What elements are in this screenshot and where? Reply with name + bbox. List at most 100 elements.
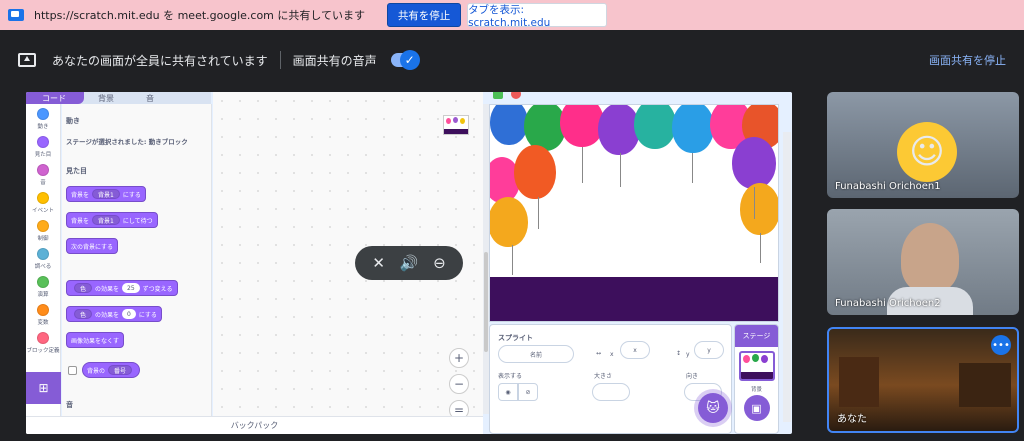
y-position-input[interactable]: y	[694, 341, 724, 359]
balloon	[740, 183, 778, 235]
stage-scrollbar[interactable]	[783, 132, 791, 422]
block-next-backdrop[interactable]: 次の背景にする	[66, 238, 119, 254]
block-text: の効果を	[95, 285, 120, 293]
block-switch-backdrop-wait[interactable]: 背景を 背景1 にして待つ	[66, 212, 158, 228]
editor-tabs: コード 背景 音	[26, 92, 211, 104]
show-tab-button[interactable]: タブを表示: scratch.mit.edu	[467, 3, 608, 29]
check-icon: ✓	[399, 50, 420, 70]
balloon-string	[760, 233, 761, 263]
stage-selector-header: ステージ	[735, 325, 778, 347]
sprite-info-pane: スプライト 名前 ↔ x x ↕ y y 表示する ◉ ⊘ 大きさ 向き 🐱	[489, 324, 732, 434]
block-number-input[interactable]: 25	[122, 283, 140, 293]
stage-thumbnail[interactable]	[738, 351, 775, 381]
presenting-status: あなたの画面が全員に共有されています	[52, 53, 268, 68]
block-backdrop-reporter[interactable]: 背景の 番号	[82, 362, 141, 378]
block-dropdown[interactable]: 背景1	[92, 189, 120, 199]
participant-name: Funabashi Orichoen1	[835, 181, 941, 192]
palette-header-motion: 動き	[66, 117, 80, 125]
pin-off-icon[interactable]: ✕	[372, 254, 385, 272]
zoom-in-button[interactable]: +	[449, 348, 469, 368]
y-label: y	[686, 351, 690, 358]
participant-tile[interactable]: ☺ Funabashi Orichoen1	[827, 92, 1019, 198]
block-dropdown[interactable]: 番号	[108, 365, 133, 375]
category-label: イベント	[31, 208, 54, 214]
backpack-bar[interactable]: バックパック	[26, 416, 483, 434]
share-audio-toggle[interactable]: ✓	[390, 50, 420, 70]
block-text: ずつ変える	[142, 285, 173, 293]
control-dot-icon	[37, 220, 49, 232]
operators-dot-icon	[37, 276, 49, 288]
x-label: x	[610, 351, 614, 358]
block-text: 背景を	[71, 217, 90, 225]
block-clear-effects[interactable]: 画像効果をなくす	[66, 332, 125, 348]
add-extension-button[interactable]: ⊞	[26, 372, 61, 404]
volume-icon[interactable]: 🔊	[400, 254, 419, 272]
category-my-blocks[interactable]: ブロック定義	[26, 328, 60, 356]
background-building	[839, 357, 879, 407]
my-blocks-dot-icon	[37, 332, 49, 344]
sharing-message: https://scratch.mit.edu を meet.google.co…	[34, 9, 366, 22]
block-dropdown[interactable]: 色	[74, 283, 93, 293]
more-options-icon[interactable]: •••	[991, 335, 1011, 355]
meet-presenting-bar: あなたの画面が全員に共有されています 画面共有の音声 ✓ 画面共有を停止	[0, 30, 1024, 88]
stop-sharing-button[interactable]: 共有を停止	[387, 3, 462, 27]
block-text: 背景の	[87, 367, 106, 375]
category-label: 制御	[37, 236, 49, 242]
tab-sharing-bar: https://scratch.mit.edu を meet.google.co…	[0, 0, 1024, 30]
category-label: ブロック定義	[26, 348, 60, 354]
cat-icon: 🐱	[706, 400, 720, 416]
block-dropdown[interactable]: 色	[74, 309, 93, 319]
category-sensing[interactable]: 調べる	[26, 244, 60, 272]
balloon	[732, 137, 776, 189]
choose-backdrop-button[interactable]: ▣	[743, 395, 770, 421]
category-variables[interactable]: 変数	[26, 300, 60, 328]
sprite-name-input[interactable]: 名前	[498, 345, 574, 363]
block-text: 次の背景にする	[71, 243, 114, 251]
monitor-checkbox[interactable]	[68, 366, 77, 375]
present-screen-icon	[18, 53, 36, 67]
x-position-input[interactable]: x	[620, 341, 650, 359]
green-flag-icon[interactable]	[493, 92, 503, 99]
floating-video-controls: ✕ 🔊 ⊖	[355, 246, 463, 280]
block-change-effect[interactable]: 色 の効果を 25 ずつ変える	[66, 280, 178, 296]
balloon-string	[754, 187, 755, 219]
category-motion[interactable]: 動き	[26, 104, 60, 132]
screen-share-icon	[8, 9, 24, 21]
block-text: にする	[122, 191, 141, 199]
block-number-input[interactable]: 0	[122, 309, 136, 319]
participant-name: Funabashi Orichoen2	[835, 298, 941, 309]
stop-icon[interactable]	[511, 92, 521, 99]
tab-backdrops[interactable]: 背景	[88, 92, 134, 104]
self-tile[interactable]: ••• あなた	[827, 327, 1019, 433]
category-label: 調べる	[34, 264, 52, 270]
palette-header-looks: 見た目	[66, 167, 87, 175]
workspace-thumbnail	[443, 115, 469, 135]
show-sprite-button[interactable]: ◉	[498, 383, 518, 401]
category-looks[interactable]: 見た目	[26, 132, 60, 160]
stage-header	[489, 92, 792, 104]
participant-face	[901, 223, 959, 293]
sound-dot-icon	[37, 164, 49, 176]
category-sound[interactable]: 音	[26, 160, 60, 188]
zoom-out-button[interactable]: −	[449, 374, 469, 394]
looks-dot-icon	[37, 136, 49, 148]
tab-code[interactable]: コード	[26, 92, 84, 104]
size-input[interactable]	[592, 383, 630, 401]
balloon	[490, 105, 528, 145]
block-dropdown[interactable]: 背景1	[92, 215, 120, 225]
category-control[interactable]: 制御	[26, 216, 60, 244]
remove-icon[interactable]: ⊖	[433, 254, 446, 272]
participant-tile[interactable]: Funabashi Orichoen2	[827, 209, 1019, 315]
choose-sprite-button[interactable]: 🐱	[698, 393, 728, 423]
category-events[interactable]: イベント	[26, 188, 60, 216]
stage-canvas[interactable]	[489, 104, 779, 322]
category-label: 変数	[37, 320, 49, 326]
category-operators[interactable]: 演算	[26, 272, 60, 300]
block-switch-backdrop[interactable]: 背景を 背景1 にする	[66, 186, 146, 202]
block-set-effect[interactable]: 色 の効果を 0 にする	[66, 306, 162, 322]
tab-sounds[interactable]: 音	[138, 92, 184, 104]
palette-header-sound: 音	[66, 401, 73, 409]
stop-presenting-button[interactable]: 画面共有を停止	[929, 52, 1006, 68]
stage-selector[interactable]: ステージ 背景 ▣	[734, 324, 779, 434]
hide-sprite-button[interactable]: ⊘	[518, 383, 538, 401]
